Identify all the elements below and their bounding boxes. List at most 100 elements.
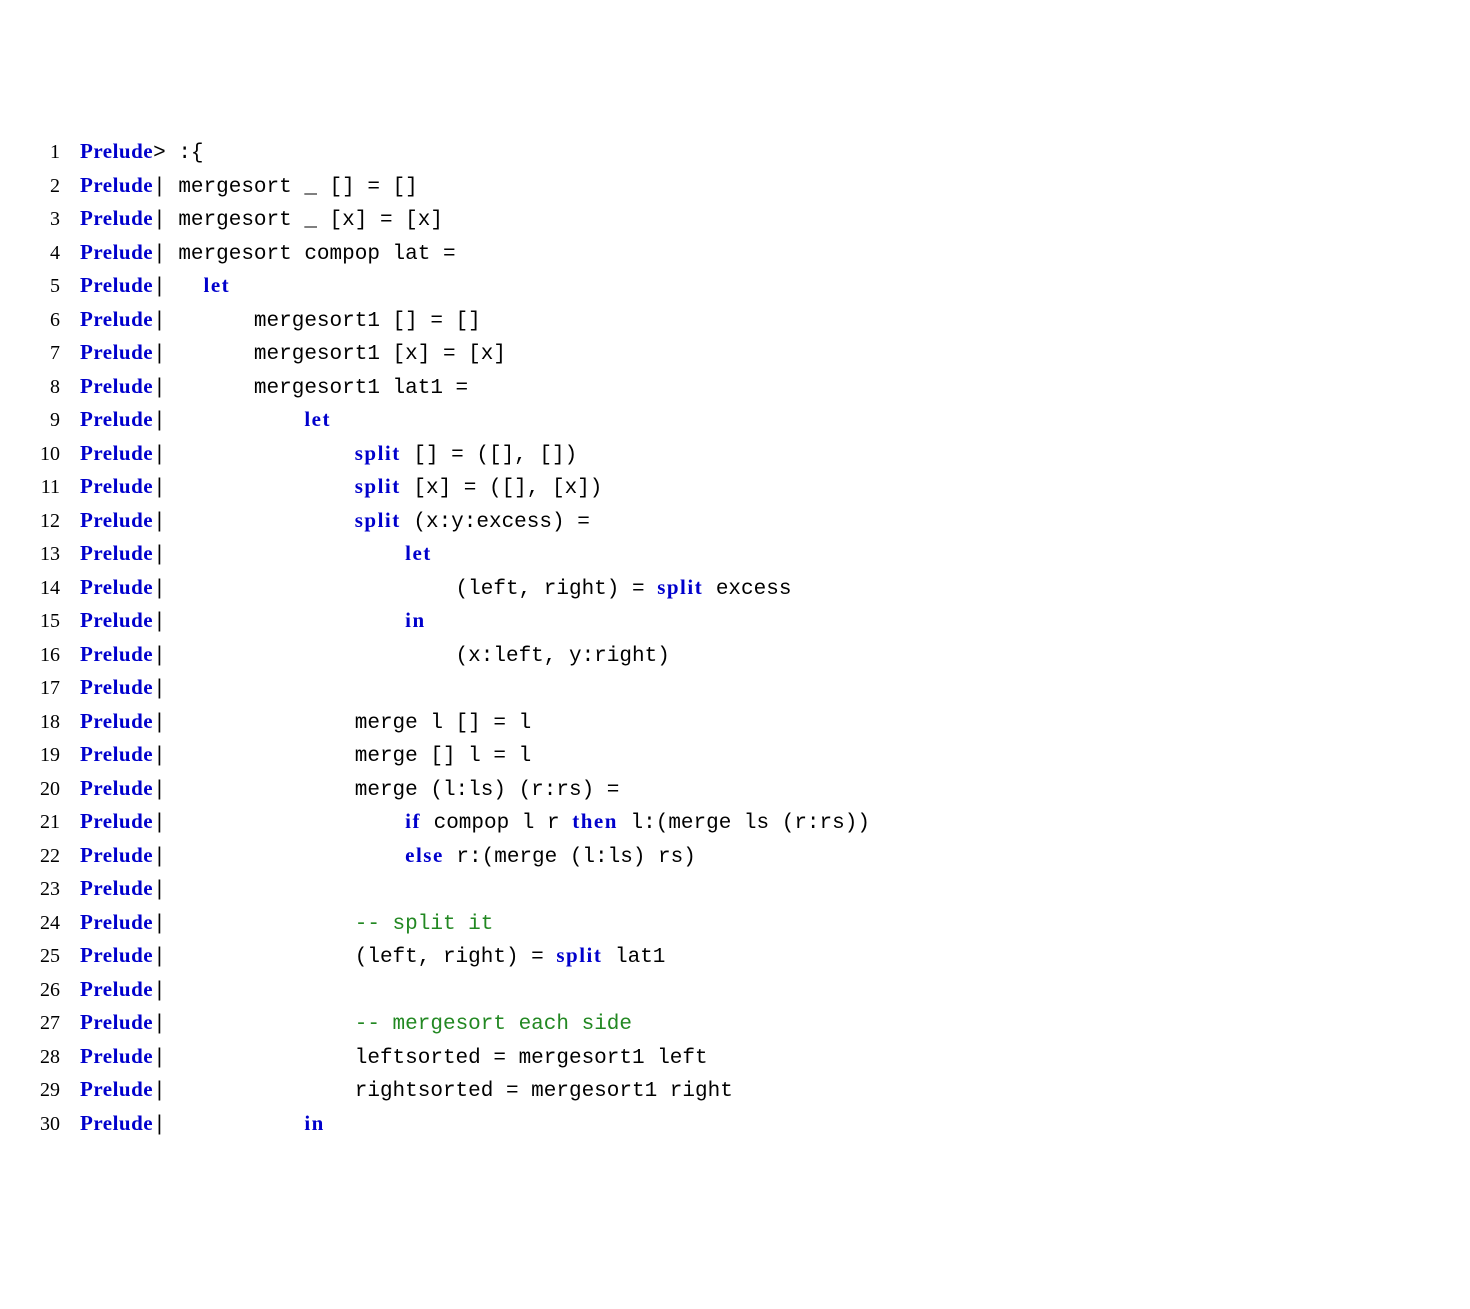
code-segment-plain: | mergesort1 [] = [] — [153, 310, 481, 333]
code-segment-plain: | — [153, 611, 405, 634]
code-content: Prelude| split [] = ([], []) — [80, 438, 577, 472]
code-segment-prelude: Prelude — [80, 374, 153, 398]
line-number: 18 — [20, 707, 60, 737]
code-segment-plain: > :{ — [153, 142, 203, 165]
code-line: 5 Prelude| let — [20, 270, 1450, 304]
code-line: 24Prelude| -- split it — [20, 907, 1450, 941]
code-segment-prelude: Prelude — [80, 1044, 153, 1068]
code-segment-prelude: Prelude — [80, 1111, 153, 1135]
line-number: 12 — [20, 506, 60, 536]
code-segment-prelude: Prelude — [80, 474, 153, 498]
code-content: Prelude| (left, right) = split lat1 — [80, 940, 665, 974]
code-content: Prelude| else r:(merge (l:ls) rs) — [80, 840, 696, 874]
code-segment-keyword: in — [304, 1111, 325, 1135]
code-segment-prelude: Prelude — [80, 240, 153, 264]
line-number: 20 — [20, 774, 60, 804]
line-number: 2 — [20, 171, 60, 201]
code-segment-keyword: split — [355, 441, 401, 465]
code-content: Prelude| (x:left, y:right) — [80, 639, 670, 673]
code-line: 11Prelude| split [x] = ([], [x]) — [20, 471, 1450, 505]
code-content: Prelude| in — [80, 605, 426, 639]
line-number: 10 — [20, 439, 60, 469]
code-segment-keyword: if — [405, 809, 421, 833]
code-segment-prelude: Prelude — [80, 709, 153, 733]
code-segment-keyword: split — [355, 474, 401, 498]
line-number: 25 — [20, 941, 60, 971]
code-content: Prelude| mergesort _ [x] = [x] — [80, 203, 443, 237]
code-line: 17Prelude| — [20, 672, 1450, 706]
code-segment-plain: l:(merge ls (r:rs)) — [618, 812, 870, 835]
code-line: 14Prelude| (left, right) = split excess — [20, 572, 1450, 606]
code-segment-keyword: split — [556, 943, 602, 967]
code-segment-plain: | — [153, 477, 355, 500]
code-segment-plain: | mergesort _ [] = [] — [153, 176, 418, 199]
code-segment-plain: | — [153, 444, 355, 467]
code-content: Prelude| mergesort _ [] = [] — [80, 170, 418, 204]
code-content: Prelude| let — [80, 270, 230, 304]
code-line: 15 Prelude| in — [20, 605, 1450, 639]
code-line: 29 Prelude| rightsorted = mergesort1 righ… — [20, 1074, 1450, 1108]
code-content: Prelude| — [80, 672, 166, 706]
code-segment-plain: | — [153, 980, 166, 1003]
code-content: Prelude| merge l [] = l — [80, 706, 531, 740]
code-line: 7Prelude| mergesort1 [x] = [x] — [20, 337, 1450, 371]
code-segment-keyword: in — [405, 608, 426, 632]
code-segment-plain: | — [153, 879, 166, 902]
code-segment-prelude: Prelude — [80, 575, 153, 599]
code-segment-prelude: Prelude — [80, 876, 153, 900]
code-line: 6Prelude| mergesort1 [] = [] — [20, 304, 1450, 338]
line-number: 14 — [20, 573, 60, 603]
code-line: 28Prelude| leftsorted = mergesort1 left — [20, 1041, 1450, 1075]
line-number: 29 — [20, 1075, 60, 1105]
code-segment-plain: | (left, right) = — [153, 946, 556, 969]
code-segment-keyword: split — [355, 508, 401, 532]
code-line: 9Prelude| let — [20, 404, 1450, 438]
code-segment-keyword: let — [204, 273, 231, 297]
code-content: Prelude| split (x:y:excess) = — [80, 505, 590, 539]
code-segment-plain: | merge [] l = l — [153, 745, 531, 768]
code-content: Prelude| let — [80, 538, 432, 572]
line-number: 15 — [20, 606, 60, 636]
code-segment-plain: | — [153, 1013, 355, 1036]
code-segment-prelude: Prelude — [80, 541, 153, 565]
code-segment-comment: -- mergesort each side — [355, 1013, 632, 1036]
code-segment-plain: lat1 — [602, 946, 665, 969]
code-segment-plain: [x] = ([], [x]) — [401, 477, 603, 500]
code-content: Prelude| — [80, 974, 166, 1008]
code-segment-prelude: Prelude — [80, 843, 153, 867]
code-segment-comment: -- split it — [355, 913, 494, 936]
code-content: Prelude| if compop l r then l:(merge ls … — [80, 806, 870, 840]
code-line: 3Prelude| mergesort _ [x] = [x] — [20, 203, 1450, 237]
code-segment-plain: r:(merge (l:ls) rs) — [444, 846, 696, 869]
code-segment-plain: | merge l [] = l — [153, 712, 531, 735]
code-segment-prelude: Prelude — [80, 910, 153, 934]
code-content: Prelude| rightsorted = mergesort1 right — [80, 1074, 733, 1108]
code-segment-prelude: Prelude — [80, 206, 153, 230]
code-content: Prelude| mergesort compop lat = — [80, 237, 456, 271]
code-line: 23Prelude| — [20, 873, 1450, 907]
code-segment-plain: | — [153, 544, 405, 567]
code-line: 21Prelude| if compop l r then l:(merge l… — [20, 806, 1450, 840]
line-number: 19 — [20, 740, 60, 770]
code-segment-prelude: Prelude — [80, 742, 153, 766]
code-content: Prelude> :{ — [80, 136, 204, 170]
code-segment-prelude: Prelude — [80, 139, 153, 163]
code-segment-plain: | mergesort1 lat1 = — [153, 377, 468, 400]
code-line: 8Prelude| mergesort1 lat1 = — [20, 371, 1450, 405]
code-segment-prelude: Prelude — [80, 809, 153, 833]
code-segment-plain: | — [153, 511, 355, 534]
line-number: 24 — [20, 908, 60, 938]
code-segment-plain: | (left, right) = — [153, 578, 657, 601]
code-segment-plain: excess — [703, 578, 791, 601]
code-segment-plain: | — [153, 1114, 304, 1137]
code-line: 27Prelude| -- mergesort each side — [20, 1007, 1450, 1041]
code-line: 22Prelude| else r:(merge (l:ls) rs) — [20, 840, 1450, 874]
code-line: 30Prelude| in — [20, 1108, 1450, 1142]
code-content: Prelude| merge [] l = l — [80, 739, 531, 773]
code-content: Prelude| mergesort1 [] = [] — [80, 304, 481, 338]
code-segment-prelude: Prelude — [80, 608, 153, 632]
code-segment-prelude: Prelude — [80, 273, 153, 297]
code-segment-prelude: Prelude — [80, 977, 153, 1001]
line-number: 5 — [20, 271, 60, 301]
code-segment-prelude: Prelude — [80, 776, 153, 800]
